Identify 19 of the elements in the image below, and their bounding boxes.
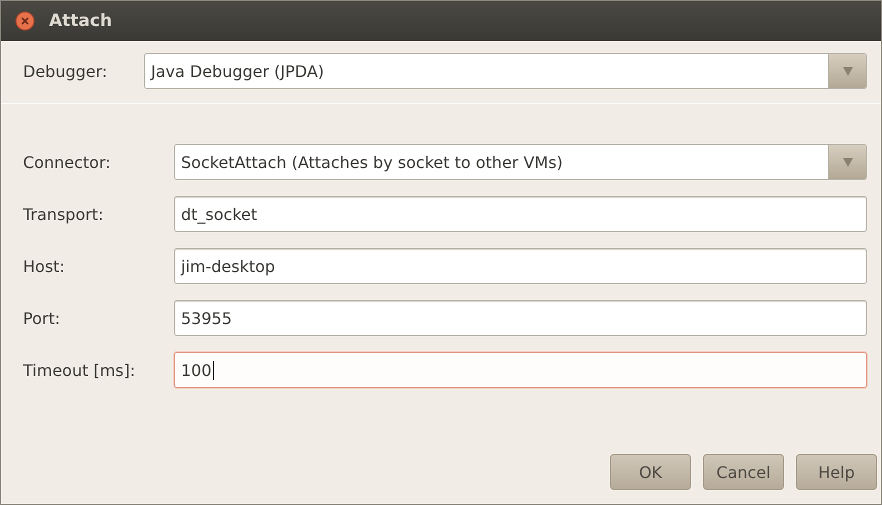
window-title: Attach: [49, 11, 112, 31]
field-label: Transport:: [23, 204, 104, 224]
input-field[interactable]: 100: [174, 352, 867, 388]
field-label: Host:: [23, 256, 66, 276]
caret-icon: [842, 66, 852, 76]
dialog-button[interactable]: Help: [796, 454, 877, 490]
field-label: Timeout [ms]:: [23, 360, 136, 380]
close-icon[interactable]: [15, 11, 35, 31]
dialog-button[interactable]: OK: [610, 454, 691, 490]
field-label: Debugger:: [23, 62, 108, 80]
debugger-dropdown[interactable]: Java Debugger (JPDA): [144, 53, 867, 89]
input-field[interactable]: dt_socket: [174, 196, 867, 232]
caret-icon: [842, 157, 852, 167]
connector-dropdown[interactable]: SocketAttach (Attaches by socket to other VMs): [174, 144, 867, 180]
input-field[interactable]: jim-desktop: [174, 248, 867, 284]
input-field[interactable]: 53955: [174, 300, 867, 336]
dialog-button[interactable]: Cancel: [703, 454, 784, 490]
field-label: Port:: [23, 308, 62, 328]
field-label: Connector:: [23, 152, 112, 172]
